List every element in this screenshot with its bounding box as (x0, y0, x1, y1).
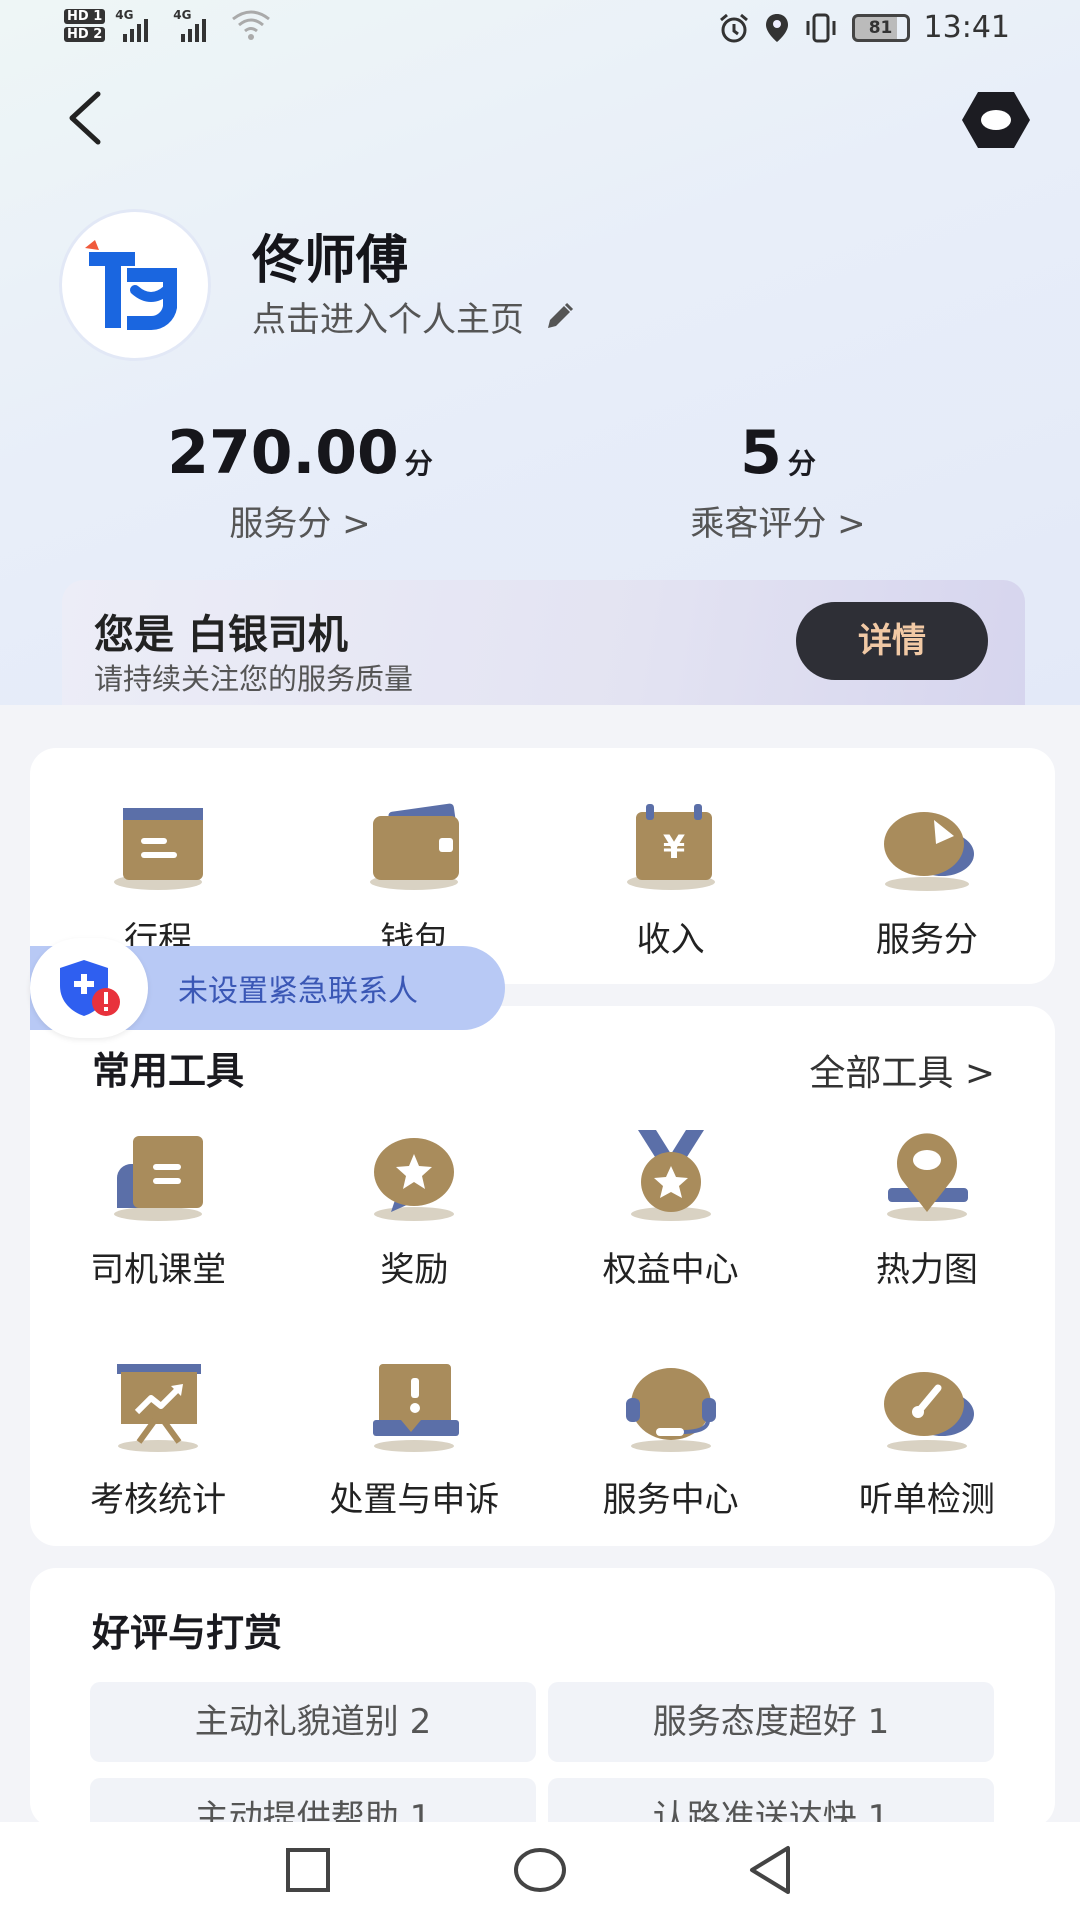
praise-tag[interactable]: 主动礼貌道别 2 (90, 1682, 536, 1762)
passenger-rating-unit: 分 (787, 447, 816, 480)
tool-label: 服务中心 (602, 1480, 739, 1520)
sim-indicator: HD 1 HD 2 (64, 8, 106, 42)
tool-label: 听单检测 (858, 1480, 995, 1520)
location-icon (765, 13, 788, 42)
passenger-rating-value: 5 (740, 418, 782, 488)
quick-item-label: 收入 (636, 920, 705, 960)
quick-item-label: 服务分 (875, 920, 978, 960)
stats-board-icon (117, 1364, 202, 1452)
hd2-badge: HD 2 (64, 26, 106, 42)
medal-icon (630, 1130, 711, 1221)
tool-reward[interactable]: 奖励 (286, 1128, 542, 1291)
tool-driver-classroom[interactable]: 司机课堂 (30, 1128, 286, 1291)
battery-icon: 81 (851, 13, 910, 42)
common-tools-card: 常用工具 全部工具 > 司机课堂 奖励 权益中心 热力图 考核统计 处置与申诉 … (30, 1006, 1055, 1546)
praise-title: 好评与打赏 (92, 1611, 283, 1655)
emergency-contact-banner[interactable]: 未设置紧急联系人 (30, 938, 505, 1038)
tool-order-detection[interactable]: 听单检测 (799, 1358, 1055, 1521)
tool-assessment-stats[interactable]: 考核统计 (30, 1358, 286, 1521)
trip-icon (114, 808, 204, 890)
service-score-stat[interactable]: 270.00 分 服务分 > (90, 418, 510, 545)
service-score-icon (883, 812, 974, 891)
classroom-icon (114, 1136, 204, 1221)
profile-link[interactable]: 点击进入个人主页 (252, 292, 576, 341)
income-icon: ¥ (626, 804, 715, 890)
tool-label: 司机课堂 (90, 1250, 227, 1290)
clock: 13:41 (923, 10, 1010, 45)
avatar[interactable] (62, 212, 208, 358)
driver-name[interactable]: 佟师傅 (252, 218, 408, 293)
service-score-value: 270.00 (167, 418, 399, 488)
network-label-2: 4G (173, 8, 192, 22)
network-label-1: 4G (115, 8, 134, 22)
wifi-icon (232, 10, 271, 40)
level-title: 您是 白银司机 (94, 612, 348, 658)
tool-label: 处置与申诉 (329, 1480, 500, 1520)
praise-tag[interactable]: 服务态度超好 1 (548, 1682, 994, 1762)
tool-service-center[interactable]: 服务中心 (543, 1358, 799, 1521)
reward-icon (374, 1138, 455, 1221)
emergency-icon-wrap (30, 938, 148, 1038)
quick-item-service-score[interactable]: 服务分 (799, 798, 1055, 961)
tool-disposal-appeal[interactable]: 处置与申诉 (286, 1358, 542, 1521)
tool-label: 奖励 (380, 1250, 449, 1290)
profile-link-label: 点击进入个人主页 (252, 300, 524, 340)
settings-button[interactable] (960, 88, 1032, 152)
home-icon[interactable] (508, 1840, 572, 1900)
back-button[interactable] (60, 88, 110, 148)
all-tools-link[interactable]: 全部工具 > (809, 1044, 995, 1096)
back-icon[interactable] (740, 1840, 800, 1900)
recent-apps-icon[interactable] (278, 1840, 338, 1900)
driver-level-card: 您是 白银司机 请持续关注您的服务质量 详情 (62, 580, 1025, 705)
alarm-icon (719, 13, 748, 42)
shield-alert-icon (60, 960, 120, 1016)
emergency-contact-text: 未设置紧急联系人 (178, 974, 418, 1009)
tool-label: 考核统计 (90, 1480, 227, 1520)
signal-icon: 4G (173, 8, 221, 42)
tool-benefits-center[interactable]: 权益中心 (543, 1128, 799, 1291)
tools-title: 常用工具 (92, 1049, 245, 1093)
tool-heatmap[interactable]: 热力图 (799, 1128, 1055, 1291)
level-subtitle: 请持续关注您的服务质量 (94, 662, 414, 696)
passenger-rating-stat[interactable]: 5分 乘客评分 > (568, 418, 988, 545)
system-nav-bar (0, 1822, 1080, 1920)
pencil-icon (548, 302, 574, 328)
details-button[interactable]: 详情 (796, 602, 988, 680)
service-score-unit: 分 (404, 447, 433, 480)
quick-item-income[interactable]: ¥ 收入 (543, 798, 799, 961)
tool-label: 热力图 (875, 1250, 978, 1290)
hd1-badge: HD 1 (64, 8, 106, 24)
headset-icon (625, 1368, 716, 1452)
praise-card: 好评与打赏 主动礼貌道别 2 服务态度超好 1 主动提供帮助 1 认路准送达快 … (30, 1568, 1055, 1858)
quick-item-trip[interactable]: 行程 (30, 798, 286, 961)
passenger-rating-label: 乘客评分 > (690, 504, 866, 544)
gauge-icon (883, 1372, 974, 1452)
quick-item-wallet[interactable]: 钱包 (286, 798, 542, 961)
heatmap-pin-icon (886, 1133, 968, 1221)
vibrate-icon (806, 13, 836, 42)
tool-label: 权益中心 (602, 1250, 739, 1290)
svg-text:¥: ¥ (662, 828, 684, 866)
signal-icon: 4G (115, 8, 163, 42)
status-bar: HD 1 HD 2 4G 4G 81 13:41 (0, 0, 1080, 62)
wallet-icon (370, 803, 460, 890)
service-score-label: 服务分 > (229, 504, 371, 544)
appeal-icon (373, 1364, 460, 1452)
driver-logo-icon (85, 240, 177, 331)
